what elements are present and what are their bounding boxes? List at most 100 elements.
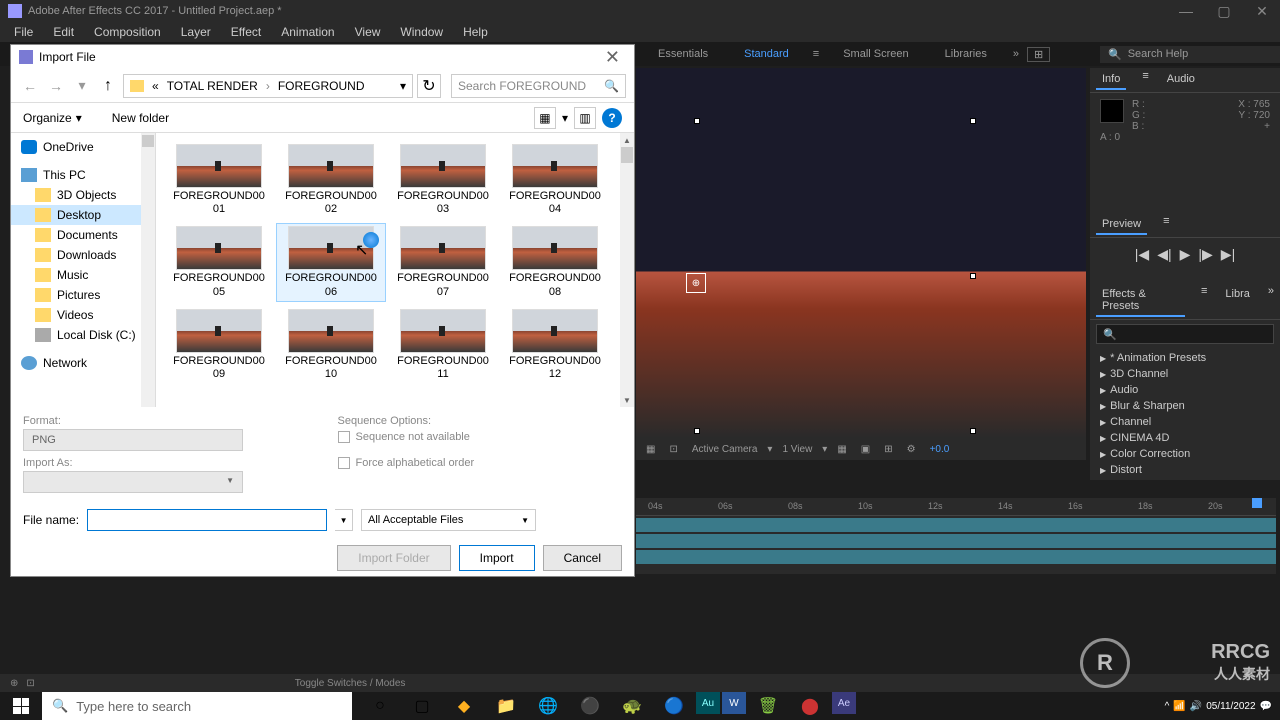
file-item[interactable]: FOREGROUND00 03	[388, 141, 498, 219]
breadcrumb-bar[interactable]: « TOTAL RENDER › FOREGROUND ▾	[123, 74, 413, 98]
taskbar-cortana-icon[interactable]: ○	[360, 692, 400, 720]
folder-search-input[interactable]: Search FOREGROUND 🔍	[451, 74, 626, 98]
menu-edit[interactable]: Edit	[43, 25, 84, 39]
timeline-track[interactable]	[636, 550, 1276, 564]
refresh-button[interactable]: ↻	[417, 74, 441, 98]
effects-category[interactable]: ▶Distort	[1096, 462, 1274, 478]
file-item[interactable]: FOREGROUND00 07	[388, 223, 498, 301]
tab-libraries[interactable]: Libra	[1219, 285, 1255, 317]
workspace-essentials[interactable]: Essentials	[640, 48, 726, 60]
viewport-content[interactable]: ⊕	[636, 68, 1086, 438]
file-item[interactable]: FOREGROUND00 06	[276, 223, 386, 301]
dropdown-icon[interactable]: ▾	[562, 111, 568, 125]
taskbar-app-icon[interactable]: ⚫	[570, 692, 610, 720]
viewport-tool-icon[interactable]: ⊞	[880, 444, 896, 455]
sidebar-item-music[interactable]: Music	[11, 265, 155, 285]
menu-view[interactable]: View	[345, 25, 391, 39]
taskbar-word-icon[interactable]: W	[722, 692, 746, 714]
transform-handle[interactable]	[694, 118, 700, 124]
sidebar-item-pictures[interactable]: Pictures	[11, 285, 155, 305]
exposure-value[interactable]: +0.0	[926, 444, 954, 455]
dropdown-icon[interactable]: ▾	[822, 444, 827, 455]
sequence-checkbox[interactable]	[338, 431, 350, 443]
scroll-down-button[interactable]: ▼	[620, 393, 634, 407]
effects-category[interactable]: ▶Color Correction	[1096, 446, 1274, 462]
file-item[interactable]: FOREGROUND00 12	[500, 306, 610, 384]
taskbar-app-icon[interactable]: 🐢	[612, 692, 652, 720]
tab-effects[interactable]: Effects & Presets	[1096, 285, 1185, 317]
transform-handle[interactable]	[970, 273, 976, 279]
viewport-tool-icon[interactable]: ▦	[833, 444, 850, 455]
sidebar-item-local-disk[interactable]: Local Disk (C:)	[11, 325, 155, 345]
effects-category[interactable]: ▶Audio	[1096, 382, 1274, 398]
menu-file[interactable]: File	[4, 25, 43, 39]
tray-date[interactable]: 05/11/2022	[1206, 701, 1255, 712]
force-alpha-checkbox[interactable]	[338, 457, 350, 469]
cancel-button[interactable]: Cancel	[543, 545, 622, 571]
file-item[interactable]: FOREGROUND00 02	[276, 141, 386, 219]
timeline-playhead[interactable]	[1252, 498, 1262, 508]
tab-audio[interactable]: Audio	[1161, 70, 1201, 90]
scroll-up-button[interactable]: ▲	[620, 133, 634, 147]
taskbar-audition-icon[interactable]: Au	[696, 692, 720, 714]
file-item[interactable]: FOREGROUND00 11	[388, 306, 498, 384]
effects-category[interactable]: ▶CINEMA 4D	[1096, 430, 1274, 446]
toggle-switches-label[interactable]: Toggle Switches / Modes	[295, 678, 406, 689]
viewport-tool-icon[interactable]: ▦	[642, 444, 659, 455]
sidebar-item-onedrive[interactable]: OneDrive	[11, 137, 155, 157]
nav-dropdown-button[interactable]: ▾	[71, 75, 93, 97]
active-camera-label[interactable]: Active Camera	[688, 444, 762, 455]
file-item[interactable]: FOREGROUND00 09	[164, 306, 274, 384]
tab-preview[interactable]: Preview	[1096, 215, 1147, 235]
menu-animation[interactable]: Animation	[271, 25, 344, 39]
dropdown-icon[interactable]: ▾	[767, 444, 772, 455]
panel-menu-icon[interactable]: ≡	[1163, 215, 1169, 235]
composition-viewport[interactable]: ⊕ ▦ ⊡ Active Camera ▾ 1 View ▾ ▦ ▣ ⊞ ⚙ +…	[636, 68, 1086, 448]
tray-up-icon[interactable]: ^	[1165, 701, 1170, 712]
menu-window[interactable]: Window	[390, 25, 453, 39]
timeline-panel[interactable]: 04s 06s 08s 10s 12s 14s 16s 18s 20s	[636, 498, 1276, 574]
menu-layer[interactable]: Layer	[171, 25, 221, 39]
panel-menu-icon[interactable]: ≡	[1201, 285, 1207, 317]
breadcrumb-part[interactable]: FOREGROUND	[278, 79, 365, 93]
tray-network-icon[interactable]: 📶	[1173, 701, 1185, 712]
import-folder-button[interactable]: Import Folder	[337, 545, 450, 571]
sidebar-item-desktop[interactable]: Desktop	[11, 205, 155, 225]
menu-effect[interactable]: Effect	[221, 25, 271, 39]
transform-handle[interactable]	[970, 428, 976, 434]
taskbar-record-icon[interactable]: ⬤	[790, 692, 830, 720]
workspace-standard[interactable]: Standard	[726, 48, 807, 60]
effects-category[interactable]: ▶Blur & Sharpen	[1096, 398, 1274, 414]
close-button[interactable]: ✕	[1252, 4, 1272, 18]
menu-composition[interactable]: Composition	[84, 25, 171, 39]
workspace-tool-icon[interactable]: ⊞	[1027, 47, 1050, 62]
file-grid[interactable]: FOREGROUND00 01FOREGROUND00 02FOREGROUND…	[156, 133, 634, 407]
workspace-overflow-icon[interactable]: »	[1005, 48, 1027, 60]
sidebar-item-videos[interactable]: Videos	[11, 305, 155, 325]
nav-forward-button[interactable]: →	[45, 75, 67, 97]
import-as-dropdown[interactable]: ▼	[23, 471, 243, 493]
tray-notifications-icon[interactable]: 💬	[1260, 701, 1272, 712]
file-item[interactable]: FOREGROUND00 04	[500, 141, 610, 219]
sidebar-item-this-pc[interactable]: This PC	[11, 165, 155, 185]
minimize-button[interactable]: —	[1176, 4, 1196, 18]
prev-frame-button[interactable]: ◀|	[1157, 246, 1171, 263]
search-help-box[interactable]: 🔍 Search Help	[1100, 46, 1280, 63]
effects-category[interactable]: ▶* Animation Presets	[1096, 350, 1274, 366]
workspace-small-screen[interactable]: Small Screen	[825, 48, 926, 60]
timeline-track[interactable]	[636, 518, 1276, 532]
nav-back-button[interactable]: ←	[19, 75, 41, 97]
organize-button[interactable]: Organize ▾	[23, 111, 82, 125]
taskbar-search-input[interactable]: 🔍 Type here to search	[42, 692, 352, 720]
next-frame-button[interactable]: |▶	[1198, 246, 1212, 263]
import-button[interactable]: Import	[459, 545, 535, 571]
sidebar-scrollbar[interactable]	[141, 133, 155, 407]
view-count-label[interactable]: 1 View	[778, 444, 816, 455]
effects-category[interactable]: ▶Channel	[1096, 414, 1274, 430]
last-frame-button[interactable]: ▶|	[1221, 246, 1235, 263]
transform-handle[interactable]	[970, 118, 976, 124]
scrollbar-thumb[interactable]	[142, 135, 154, 147]
tab-info[interactable]: Info	[1096, 70, 1126, 90]
nav-up-button[interactable]: ↑	[97, 75, 119, 97]
maximize-button[interactable]: ▢	[1214, 4, 1234, 18]
